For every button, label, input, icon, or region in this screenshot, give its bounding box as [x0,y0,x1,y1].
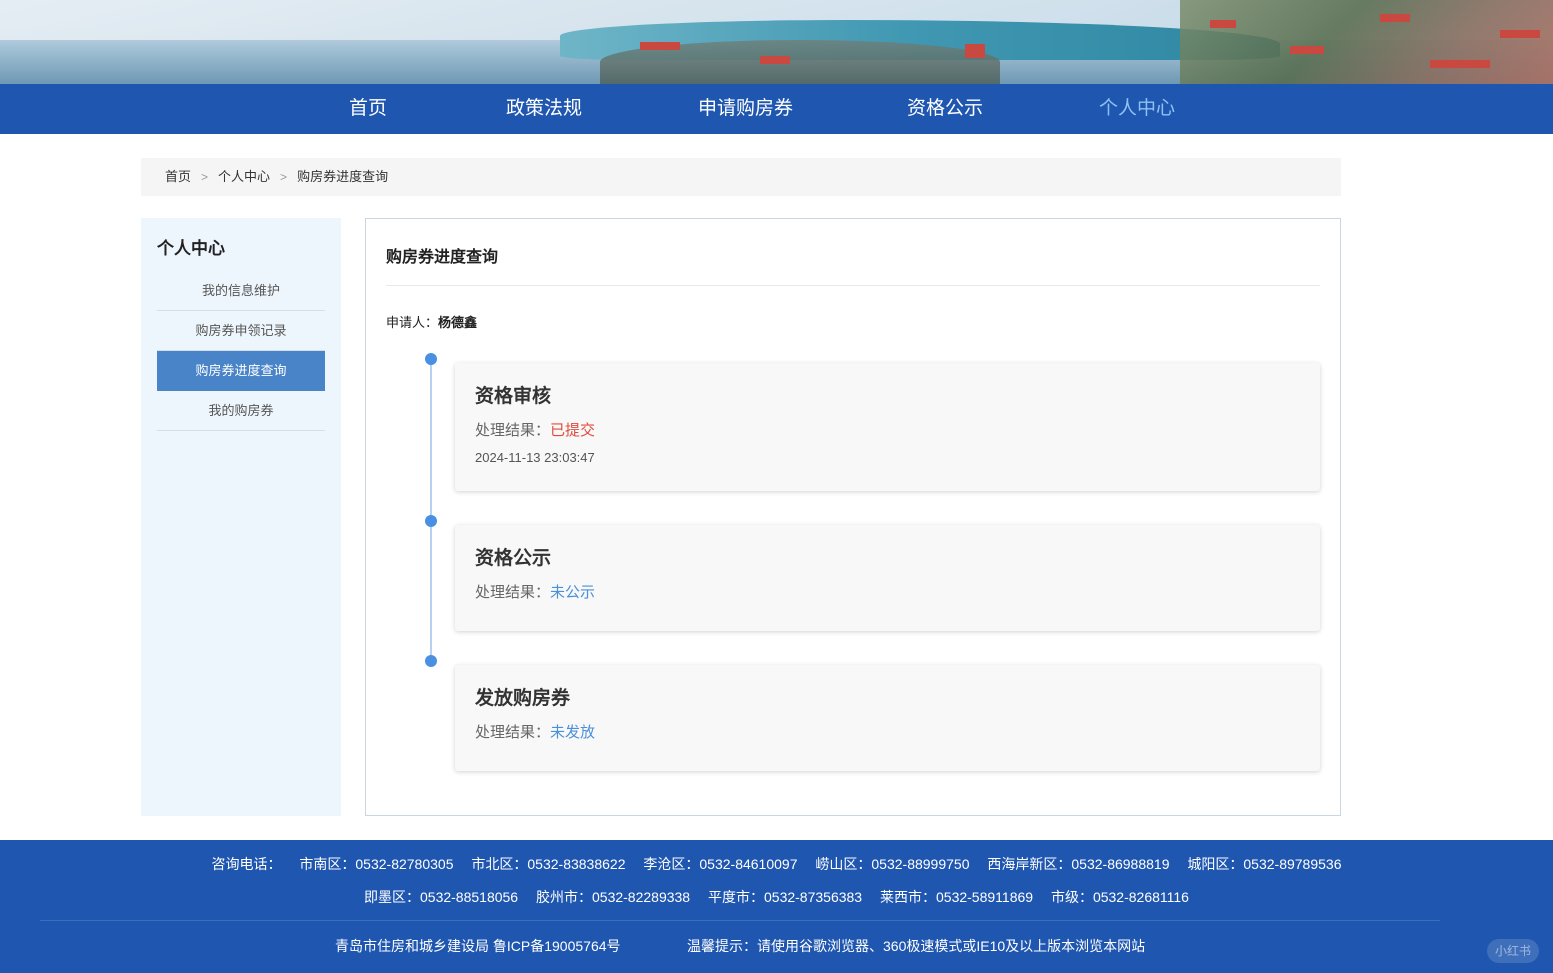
footer-divider [40,920,1440,921]
title-divider [386,285,1320,286]
footer-phone: 莱西市：0532-58911869 [880,889,1034,905]
breadcrumb-home[interactable]: 首页 [165,169,191,184]
chevron-right-icon: > [280,170,288,184]
result-status: 已提交 [550,422,596,439]
breadcrumb-personal-center[interactable]: 个人中心 [218,169,270,184]
footer-phones-row-1: 咨询电话： 市南区：0532-82780305 市北区：0532-8383862… [0,854,1553,874]
sidebar-item-my-vouchers[interactable]: 我的购房券 [157,391,325,431]
step-title: 资格公示 [475,548,552,569]
header-banner [0,0,1553,84]
timeline-line [430,361,432,663]
main-nav: 首页 政策法规 申请购房券 资格公示 个人中心 [0,84,1553,134]
footer-phone: 市级：0532-82681116 [1050,889,1189,905]
timeline-card-review: 资格审核 处理结果：已提交 2024-11-13 23:03:47 [455,363,1320,491]
footer-phone: 市北区：0532-83838622 [471,856,626,872]
nav-qualification-notice[interactable]: 资格公示 [907,84,983,134]
chevron-right-icon: > [201,170,209,184]
watermark-badge: 小红书 [1487,939,1539,963]
step-title: 资格审核 [475,386,552,407]
footer-phone-label: 咨询电话： [211,856,282,872]
footer-phone: 崂山区：0532-88999750 [815,856,970,872]
sidebar-item-my-info[interactable]: 我的信息维护 [157,271,325,311]
result-status: 未公示 [550,584,596,601]
sidebar: 个人中心 我的信息维护 购房券申领记录 购房券进度查询 我的购房券 [141,218,341,816]
site-footer: 咨询电话： 市南区：0532-82780305 市北区：0532-8383862… [0,840,1553,973]
timeline-card-publicity: 资格公示 处理结果：未公示 [455,525,1320,631]
result-status: 未发放 [550,724,596,741]
footer-phone: 李沧区：0532-84610097 [643,856,798,872]
nav-apply-voucher[interactable]: 申请购房券 [698,84,793,134]
footer-phone: 城阳区：0532-89789536 [1187,856,1342,872]
footer-copyright: 青岛市住房和城乡建设局 鲁ICP备19005764号 [335,938,621,954]
timeline-card-issue: 发放购房券 处理结果：未发放 [455,665,1320,771]
applicant-name: 杨德鑫 [438,315,478,330]
footer-phone: 即墨区：0532-88518056 [364,889,519,905]
applicant-info: 申请人：杨德鑫 [386,312,477,331]
step-result: 处理结果：已提交 [475,419,595,440]
footer-phone: 胶州市：0532-82289338 [536,889,691,905]
nav-home[interactable]: 首页 [349,84,387,134]
footer-phone: 平度市：0532-87356383 [708,889,863,905]
sidebar-title: 个人中心 [157,239,225,258]
footer-phones-row-2: 即墨区：0532-88518056 胶州市：0532-82289338 平度市：… [0,887,1553,907]
nav-personal-center[interactable]: 个人中心 [1099,84,1175,134]
result-label: 处理结果： [475,584,551,601]
footer-phone: 市南区：0532-82780305 [299,856,454,872]
banner-city [1180,0,1553,84]
sidebar-item-progress-query[interactable]: 购房券进度查询 [157,351,325,391]
breadcrumb: 首页 > 个人中心 > 购房券进度查询 [141,158,1341,196]
result-label: 处理结果： [475,422,551,439]
sidebar-item-apply-records[interactable]: 购房券申领记录 [157,311,325,351]
footer-phone: 西海岸新区：0532-86988819 [987,856,1170,872]
step-title: 发放购房券 [475,688,571,709]
content-panel: 购房券进度查询 申请人：杨德鑫 资格审核 处理结果：已提交 2024-11-13… [365,218,1341,816]
nav-policy[interactable]: 政策法规 [506,84,582,134]
footer-browser-tip: 温馨提示：请使用谷歌浏览器、360极速模式或IE10及以上版本浏览本网站 [687,938,1146,954]
result-label: 处理结果： [475,724,551,741]
step-date: 2024-11-13 23:03:47 [475,450,595,465]
page-title: 购房券进度查询 [386,249,499,266]
step-result: 处理结果：未公示 [475,581,595,602]
step-result: 处理结果：未发放 [475,721,595,742]
applicant-label: 申请人： [386,315,439,330]
timeline-dot [425,353,437,365]
timeline-dot [425,515,437,527]
breadcrumb-current: 购房券进度查询 [297,169,389,184]
timeline-dot [425,655,437,667]
